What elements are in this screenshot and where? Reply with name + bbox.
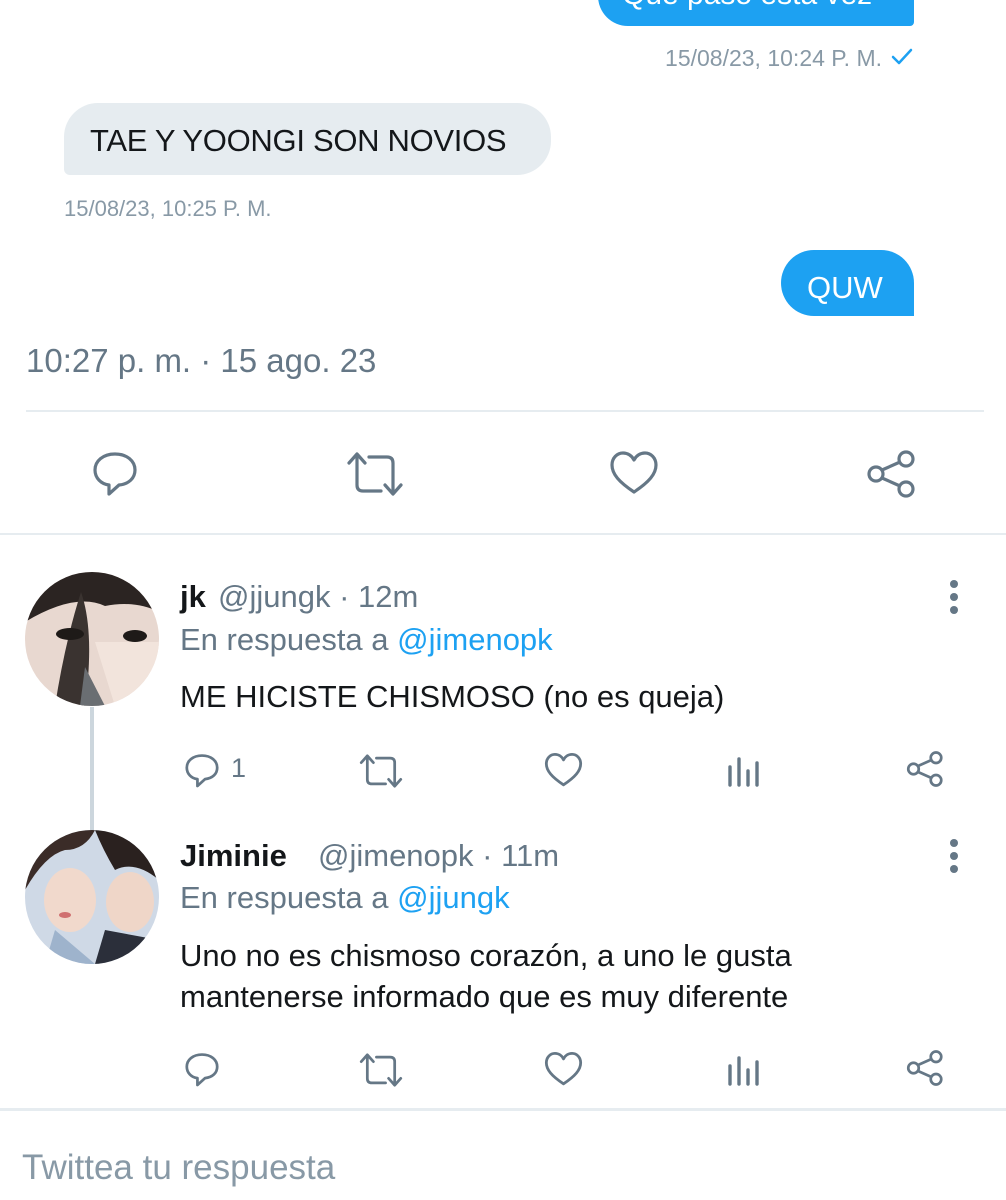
more-icon[interactable] bbox=[950, 839, 960, 878]
check-icon bbox=[891, 48, 913, 65]
thread-line bbox=[90, 707, 94, 830]
handle-text: @jimenopk bbox=[318, 838, 474, 873]
message-timestamp: 15/08/23, 10:24 P. M. bbox=[665, 45, 882, 71]
share-icon[interactable] bbox=[906, 1049, 945, 1087]
reply-author-handle[interactable]: @jjungk · 12m bbox=[218, 579, 418, 615]
like-icon[interactable] bbox=[544, 1051, 583, 1087]
tweet-timestamp: 10:27 p. m. · 15 ago. 23 bbox=[26, 342, 377, 379]
analytics-icon[interactable] bbox=[727, 753, 761, 787]
handle-text: @jjungk bbox=[218, 579, 331, 614]
replying-to: En respuesta a @jimenopk bbox=[180, 622, 553, 658]
reply-author-name[interactable]: jk bbox=[180, 579, 206, 615]
reply-age: · 11m bbox=[482, 838, 560, 873]
share-icon[interactable] bbox=[906, 750, 945, 788]
replying-to: En respuesta a @jjungk bbox=[180, 880, 510, 916]
share-icon[interactable] bbox=[866, 449, 918, 499]
avatar[interactable] bbox=[25, 572, 159, 706]
reply-icon[interactable] bbox=[183, 1050, 221, 1088]
replying-to-label: En respuesta a bbox=[180, 622, 398, 657]
retweet-icon[interactable] bbox=[358, 1051, 404, 1089]
reply-composer-input[interactable]: Twittea tu respuesta bbox=[22, 1148, 335, 1188]
divider bbox=[26, 410, 984, 412]
sent-message-bubble[interactable]: QUW bbox=[781, 250, 914, 316]
reply-icon[interactable] bbox=[183, 751, 221, 789]
like-icon[interactable] bbox=[609, 450, 659, 496]
reply-text: ME HICISTE CHISMOSO (no es queja) bbox=[180, 679, 725, 714]
retweet-icon[interactable] bbox=[358, 752, 404, 790]
replying-to-label: En respuesta a bbox=[180, 880, 398, 915]
replying-to-mention[interactable]: @jjungk bbox=[397, 880, 509, 915]
avatar[interactable] bbox=[25, 830, 159, 964]
reply-author-name[interactable]: Jiminie bbox=[180, 838, 287, 874]
reply-count: 1 bbox=[231, 753, 247, 783]
more-icon[interactable] bbox=[950, 580, 960, 619]
reply-text-line: Uno no es chismoso corazón, a uno le gus… bbox=[180, 938, 792, 973]
reply-icon[interactable] bbox=[90, 448, 140, 498]
sent-message-text: Que paso esta vez bbox=[622, 0, 872, 12]
message-timestamp: 15/08/23, 10:25 P. M. bbox=[64, 196, 272, 221]
replying-to-mention[interactable]: @jimenopk bbox=[397, 622, 553, 657]
like-icon[interactable] bbox=[544, 752, 583, 788]
analytics-icon[interactable] bbox=[727, 1052, 761, 1086]
reply-text: Uno no es chismoso corazón, a uno le gus… bbox=[180, 935, 792, 1017]
sent-message-text: QUW bbox=[807, 270, 883, 305]
received-message-bubble[interactable]: TAE Y YOONGI SON NOVIOS bbox=[64, 103, 551, 175]
retweet-icon[interactable] bbox=[345, 449, 405, 499]
reply-age: · 12m bbox=[339, 579, 419, 614]
divider bbox=[0, 533, 1006, 535]
divider bbox=[0, 1108, 1006, 1111]
reply-text-line: mantenerse informado que es muy diferent… bbox=[180, 979, 789, 1014]
received-message-text: TAE Y YOONGI SON NOVIOS bbox=[90, 123, 507, 158]
reply-author-handle[interactable]: @jimenopk · 11m bbox=[318, 838, 559, 874]
sent-message-bubble[interactable]: Que paso esta vez bbox=[598, 0, 914, 26]
